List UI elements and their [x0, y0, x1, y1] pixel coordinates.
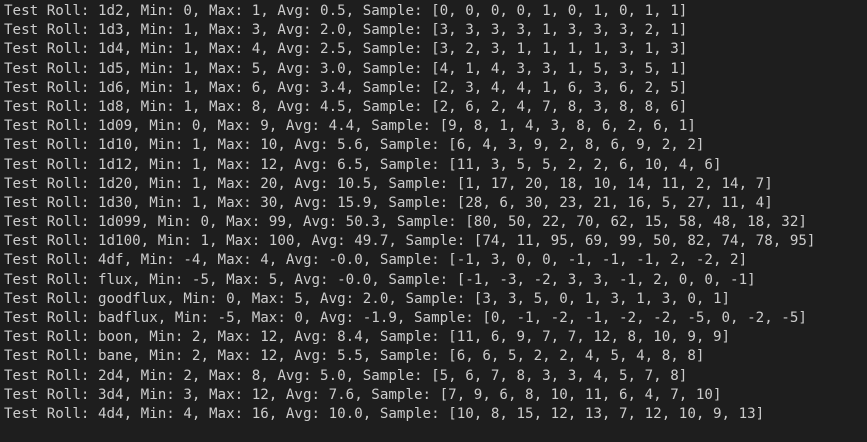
output-line-1d2: Test Roll: 1d2, Min: 0, Max: 1, Avg: 0.5… — [4, 3, 688, 19]
output-line-4d4: Test Roll: 4d4, Min: 4, Max: 16, Avg: 10… — [4, 405, 765, 422]
output-line-1d30: Test Roll: 1d30, Min: 1, Max: 30, Avg: 1… — [4, 194, 773, 211]
output-line-bane: Test Roll: bane, Min: 2, Max: 12, Avg: 5… — [4, 348, 705, 365]
terminal-output[interactable]: Test Roll: 1d2, Min: 0, Max: 1, Avg: 0.5… — [0, 0, 867, 442]
output-line-badflux: Test Roll: badflux, Min: -5, Max: 0, Avg… — [4, 310, 807, 326]
output-line-1d20: Test Roll: 1d20, Min: 1, Max: 20, Avg: 1… — [4, 175, 773, 192]
output-line-1d10: Test Roll: 1d10, Min: 1, Max: 10, Avg: 5… — [4, 137, 705, 154]
output-line-flux: Test Roll: flux, Min: -5, Max: 5, Avg: -… — [4, 271, 756, 288]
output-line-goodflux: Test Roll: goodflux, Min: 0, Max: 5, Avg… — [4, 290, 731, 307]
output-line-1d8: Test Roll: 1d8, Min: 1, Max: 8, Avg: 4.5… — [4, 98, 688, 115]
output-line-1d6: Test Roll: 1d6, Min: 1, Max: 6, Avg: 3.4… — [4, 79, 688, 96]
output-line-boon: Test Roll: boon, Min: 2, Max: 12, Avg: 8… — [4, 329, 731, 346]
output-line-1d3: Test Roll: 1d3, Min: 1, Max: 3, Avg: 2.0… — [4, 22, 688, 39]
output-line-1d099: Test Roll: 1d099, Min: 0, Max: 99, Avg: … — [4, 214, 807, 231]
output-line-3d4: Test Roll: 3d4, Min: 3, Max: 12, Avg: 7.… — [4, 386, 722, 403]
output-line-1d09: Test Roll: 1d09, Min: 0, Max: 9, Avg: 4.… — [4, 118, 696, 135]
output-line-2d4: Test Roll: 2d4, Min: 2, Max: 8, Avg: 5.0… — [4, 367, 688, 384]
output-line-1d100: Test Roll: 1d100, Min: 1, Max: 100, Avg:… — [4, 233, 816, 250]
output-line-1d5: Test Roll: 1d5, Min: 1, Max: 5, Avg: 3.0… — [4, 60, 688, 77]
output-line-1d4: Test Roll: 1d4, Min: 1, Max: 4, Avg: 2.5… — [4, 41, 688, 58]
output-line-4df: Test Roll: 4df, Min: -4, Max: 4, Avg: -0… — [4, 252, 748, 269]
output-line-1d12: Test Roll: 1d12, Min: 1, Max: 12, Avg: 6… — [4, 156, 722, 173]
